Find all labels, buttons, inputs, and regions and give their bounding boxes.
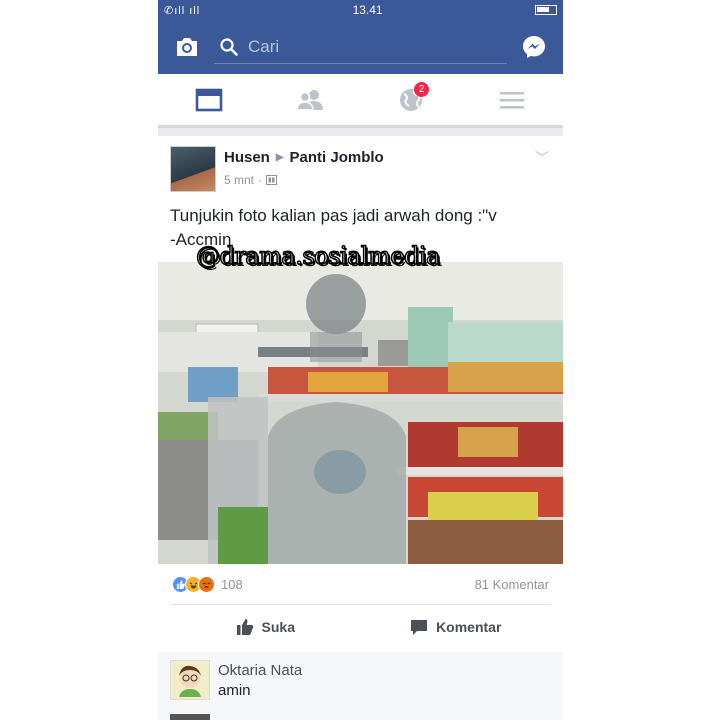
reaction-icons: 108 — [172, 575, 243, 593]
like-button[interactable]: Suka — [170, 618, 361, 636]
author-name[interactable]: Husen — [224, 149, 270, 166]
notification-badge: 2 — [414, 81, 430, 97]
search-placeholder: Cari — [248, 36, 280, 56]
clock: 13.41 — [352, 3, 383, 17]
angry-reaction-icon — [198, 575, 215, 593]
top-bar: Cari — [158, 20, 563, 74]
tab-bar: 2 — [158, 74, 563, 128]
battery-icon — [534, 5, 557, 15]
post-subline: 5 mnt · — [224, 173, 384, 187]
tab-menu[interactable] — [482, 80, 542, 120]
search-input[interactable]: Cari — [214, 30, 507, 64]
commenter-name[interactable]: Oktaria Nata — [218, 662, 302, 679]
reaction-count: 108 — [221, 576, 243, 592]
store-photo-image — [158, 262, 563, 564]
chevron-down-icon[interactable]: ﹀ — [535, 148, 549, 168]
menu-icon — [500, 91, 525, 108]
watermark-text: @drama.sosialmedia — [195, 241, 441, 271]
tab-news-feed[interactable] — [179, 80, 239, 120]
comment-body: Oktaria Nata amin — [218, 660, 302, 706]
reactions-summary[interactable]: 108 81 Komentar — [158, 564, 563, 604]
messenger-button[interactable] — [517, 30, 551, 64]
comment-count[interactable]: 81 Komentar — [475, 577, 549, 592]
tab-friends[interactable] — [280, 80, 340, 120]
comment-icon — [411, 619, 428, 635]
status-bar: ✆ıll ıll 13.41 — [158, 0, 563, 20]
post-meta: Husen ▶ Panti Jomblo 5 mnt · — [224, 146, 384, 192]
signal-indicator: ✆ıll ıll — [164, 4, 201, 17]
author-avatar[interactable] — [170, 146, 216, 192]
comment-button[interactable]: Komentar — [361, 618, 552, 636]
news-feed-icon — [195, 88, 222, 111]
camera-button[interactable] — [170, 30, 204, 64]
cartoon-avatar-image — [179, 665, 201, 697]
messenger-icon — [523, 36, 545, 58]
group-privacy-icon — [266, 175, 278, 185]
comment-item: Oktaria Nata amin — [158, 652, 563, 714]
next-comment-preview — [158, 714, 563, 720]
comment-text: amin — [218, 682, 251, 699]
phone-screen: ✆ıll ıll 13.41 Cari 2 Husen ▶ Panti Jomb… — [158, 0, 563, 720]
search-icon — [220, 37, 238, 56]
post-photo[interactable] — [158, 262, 563, 564]
post-header: Husen ▶ Panti Jomblo 5 mnt · ﹀ — [158, 136, 563, 192]
comment-label: Komentar — [436, 618, 502, 635]
camera-icon — [177, 38, 197, 56]
arrow-right-icon: ▶ — [275, 152, 284, 163]
feed-post: Husen ▶ Panti Jomblo 5 mnt · ﹀ Tunjukin … — [158, 136, 563, 720]
thumbs-up-icon — [236, 618, 253, 635]
like-label: Suka — [261, 618, 295, 635]
post-names: Husen ▶ Panti Jomblo — [224, 149, 384, 166]
dot-separator: · — [258, 173, 263, 187]
friends-icon — [296, 89, 323, 111]
group-name[interactable]: Panti Jomblo — [290, 149, 384, 166]
post-actions: Suka Komentar — [170, 604, 551, 648]
commenter-avatar[interactable] — [170, 660, 210, 700]
tab-notifications[interactable]: 2 — [381, 80, 441, 120]
post-time[interactable]: 5 mnt — [224, 173, 254, 187]
